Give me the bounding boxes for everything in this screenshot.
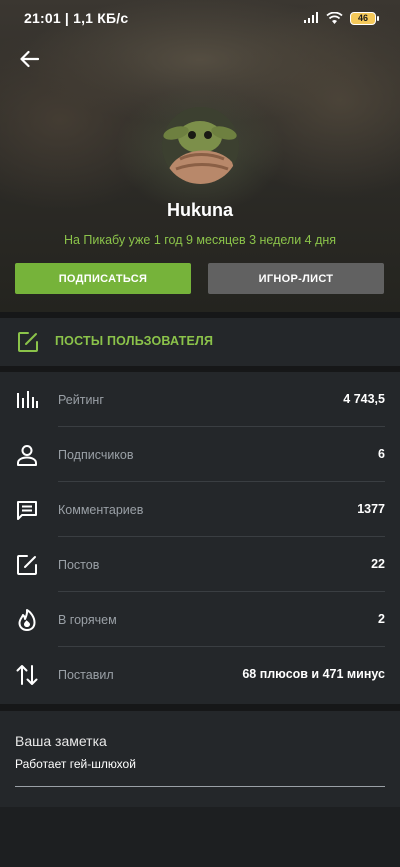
- stat-row-rating: Рейтинг 4 743,5: [0, 372, 400, 427]
- user-note[interactable]: Ваша заметка Работает гей-шлюхой: [0, 711, 400, 807]
- section-divider: [0, 704, 400, 711]
- user-stats: Рейтинг 4 743,5 Подписчиков 6 Комментари…: [0, 372, 400, 704]
- bar-chart-icon: [17, 391, 38, 408]
- stat-label: Подписчиков: [58, 448, 134, 462]
- stat-value: 22: [371, 557, 385, 571]
- status-time-speed: 21:01 | 1,1 КБ/с: [24, 10, 129, 26]
- stat-label: Рейтинг: [58, 393, 104, 407]
- profile-header: 21:01 | 1,1 КБ/с 46 Hukuna На Пикабу уже…: [0, 0, 400, 312]
- stat-label: Постов: [58, 558, 100, 572]
- battery-icon: 46: [350, 11, 379, 25]
- stat-value: 68 плюсов и 471 минус: [242, 667, 385, 681]
- username: Hukuna: [166, 200, 233, 220]
- note-title: Ваша заметка: [15, 733, 107, 749]
- stat-value: 1377: [357, 502, 385, 516]
- stat-row-posts: Постов 22: [0, 537, 400, 592]
- subscribe-button[interactable]: ПОДПИСАТЬСЯ: [15, 263, 191, 294]
- avatar: [162, 107, 239, 184]
- swap-vertical-icon: [16, 665, 38, 685]
- stat-label: В горячем: [58, 613, 117, 627]
- user-posts-link[interactable]: ПОСТЫ ПОЛЬЗОВАТЕЛЯ: [0, 318, 400, 366]
- stat-row-comments: Комментариев 1377: [0, 482, 400, 537]
- stat-value: 4 743,5: [343, 392, 385, 406]
- note-input[interactable]: Работает гей-шлюхой: [15, 757, 136, 771]
- stat-row-subscribers: Подписчиков 6: [0, 427, 400, 482]
- status-icons: 46: [303, 11, 379, 25]
- stat-row-votes: Поставил 68 плюсов и 471 минус: [0, 647, 400, 702]
- stat-value: 2: [378, 612, 385, 626]
- edit-icon: [17, 555, 37, 575]
- person-icon: [17, 445, 37, 466]
- ignore-list-button[interactable]: ИГНОР-ЛИСТ: [208, 263, 384, 294]
- edit-icon: [18, 332, 38, 352]
- comment-icon: [17, 501, 37, 520]
- member-since: На Пикабу уже 1 год 9 месяцев 3 недели 4…: [63, 233, 337, 247]
- back-button[interactable]: [14, 44, 44, 74]
- signal-icon: [304, 12, 318, 23]
- stat-value: 6: [378, 447, 385, 461]
- flame-icon: [18, 609, 36, 631]
- wifi-icon: [326, 11, 343, 24]
- arrow-left-icon: [20, 50, 39, 68]
- avatar-image: [162, 107, 239, 184]
- stat-label: Поставил: [58, 668, 114, 682]
- user-posts-label: ПОСТЫ ПОЛЬЗОВАТЕЛЯ: [55, 334, 214, 348]
- stat-row-hot: В горячем 2: [0, 592, 400, 647]
- status-bar: 21:01 | 1,1 КБ/с 46: [0, 0, 400, 36]
- stat-label: Комментариев: [58, 503, 144, 517]
- note-underline: [15, 786, 385, 787]
